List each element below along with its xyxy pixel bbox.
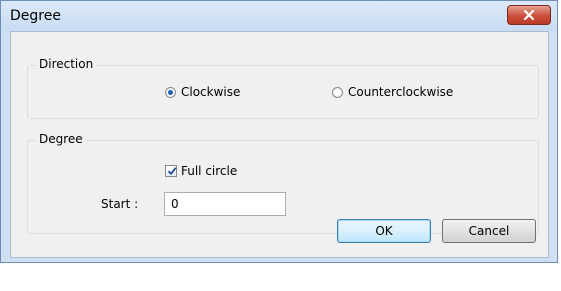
close-button[interactable]	[507, 5, 551, 25]
degree-dialog: Degree Direction Clockwise Counterclockw…	[0, 0, 558, 263]
radio-selected-icon	[165, 86, 176, 98]
checkbox-checked-icon	[165, 165, 177, 177]
radio-counterclockwise-label: Counterclockwise	[348, 85, 454, 99]
direction-group-label: Direction	[36, 57, 97, 71]
close-icon	[523, 9, 535, 21]
dialog-body: Direction Clockwise Counterclockwise Deg…	[10, 31, 549, 258]
background-area	[0, 263, 561, 291]
start-input[interactable]	[164, 192, 286, 216]
full-circle-checkbox[interactable]: Full circle	[165, 164, 237, 178]
cancel-button[interactable]: Cancel	[442, 219, 536, 243]
full-circle-label: Full circle	[181, 164, 238, 178]
direction-group: Direction Clockwise Counterclockwise	[27, 57, 539, 119]
radio-unselected-icon	[332, 86, 343, 98]
start-label: Start :	[101, 197, 139, 211]
ok-button[interactable]: OK	[337, 219, 431, 243]
title-bar[interactable]: Degree	[1, 1, 557, 31]
dialog-title: Degree	[10, 8, 61, 24]
radio-clockwise[interactable]: Clockwise	[165, 85, 240, 99]
radio-counterclockwise[interactable]: Counterclockwise	[332, 85, 453, 99]
degree-group-label: Degree	[36, 132, 86, 146]
radio-clockwise-label: Clockwise	[181, 85, 241, 99]
